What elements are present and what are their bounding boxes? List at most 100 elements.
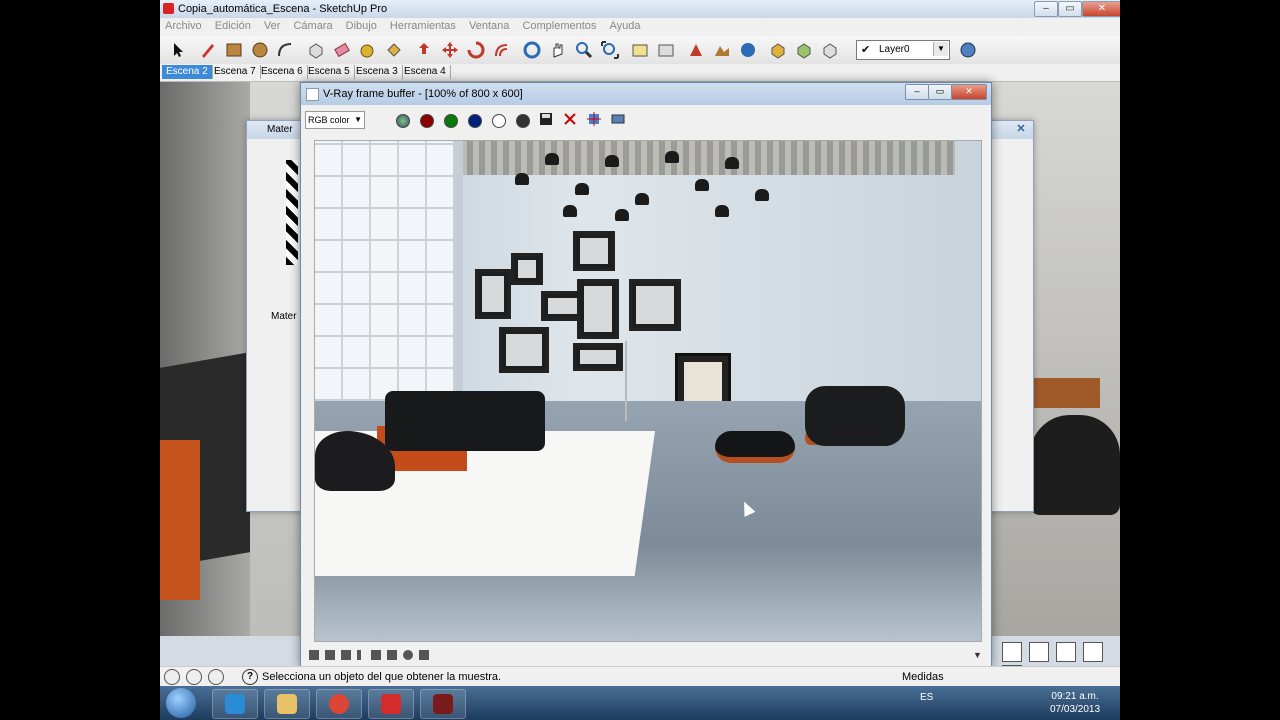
menu-bar: Archivo Edición Ver Cámara Dibujo Herram… xyxy=(160,18,1120,37)
rectangle-icon[interactable] xyxy=(224,40,244,60)
house-view-icon[interactable] xyxy=(1029,642,1050,662)
clear-image-icon[interactable] xyxy=(563,112,577,126)
materials-sub-label: Mater xyxy=(271,311,297,322)
taskbar-explorer-button[interactable] xyxy=(264,689,310,719)
blue-channel-icon[interactable] xyxy=(468,114,482,128)
tab-escena-4[interactable]: Escena 4 xyxy=(400,65,451,79)
red-channel-icon[interactable] xyxy=(420,114,434,128)
share-model-icon[interactable] xyxy=(794,40,814,60)
user-icon[interactable] xyxy=(208,669,224,685)
minimize-button[interactable]: – xyxy=(1034,1,1058,17)
vray-minimize-button[interactable]: – xyxy=(905,84,929,100)
vray-footer-tool-icon[interactable] xyxy=(341,650,351,660)
house-view-icon[interactable] xyxy=(1083,642,1104,662)
orbit-icon[interactable] xyxy=(522,40,542,60)
close-icon[interactable]: ✕ xyxy=(1013,122,1029,136)
tab-escena-6[interactable]: Escena 6 xyxy=(257,65,308,79)
info-icon[interactable] xyxy=(357,650,361,660)
rgb-channel-icon[interactable] xyxy=(396,114,410,128)
taskbar-sketchup-button[interactable] xyxy=(368,689,414,719)
paint-bucket-icon[interactable] xyxy=(384,40,404,60)
track-mouse-icon[interactable] xyxy=(587,112,601,126)
viewport-model-side-table xyxy=(1032,378,1100,408)
layer-dropdown-arrow-icon[interactable]: ▼ xyxy=(933,42,948,56)
render-lounge-chair xyxy=(805,386,905,446)
clock-time: 09:21 a.m. xyxy=(1051,691,1099,702)
geolocation-icon[interactable] xyxy=(164,669,180,685)
render-image[interactable] xyxy=(314,140,982,642)
chevron-down-icon[interactable]: ▼ xyxy=(973,650,985,662)
previous-view-icon[interactable] xyxy=(630,40,650,60)
menu-edicion[interactable]: Edición xyxy=(210,18,256,34)
menu-camara[interactable]: Cámara xyxy=(288,18,337,34)
offset-icon[interactable] xyxy=(492,40,512,60)
menu-herramientas[interactable]: Herramientas xyxy=(385,18,461,34)
share-component-icon[interactable] xyxy=(820,40,840,60)
menu-dibujo[interactable]: Dibujo xyxy=(341,18,382,34)
close-button[interactable]: ✕ xyxy=(1082,1,1120,17)
tab-escena-3[interactable]: Escena 3 xyxy=(352,65,403,79)
get-models-icon[interactable] xyxy=(768,40,788,60)
house-view-icon[interactable] xyxy=(1002,642,1022,662)
green-channel-icon[interactable] xyxy=(444,114,458,128)
layer-manager-icon[interactable] xyxy=(958,40,978,60)
vray-close-button[interactable]: ✕ xyxy=(951,84,987,100)
eraser-icon[interactable] xyxy=(332,40,352,60)
add-location-icon[interactable] xyxy=(686,40,706,60)
pan-hand-icon[interactable] xyxy=(548,40,568,60)
render-picture-frame xyxy=(499,327,549,373)
layer-value: Layer0 xyxy=(879,44,910,55)
render-sofa xyxy=(385,391,545,451)
maximize-button[interactable]: ▭ xyxy=(1058,1,1082,17)
google-earth-icon[interactable] xyxy=(738,40,758,60)
alpha-channel-icon[interactable] xyxy=(492,114,506,128)
menu-archivo[interactable]: Archivo xyxy=(160,18,207,34)
channel-select[interactable]: RGB color ▼ xyxy=(305,111,365,129)
menu-complementos[interactable]: Complementos xyxy=(517,18,601,34)
vray-footer-tool-icon[interactable] xyxy=(309,650,319,660)
taskbar-chrome-button[interactable] xyxy=(316,689,362,719)
toggle-terrain-icon[interactable] xyxy=(712,40,732,60)
vray-maximize-button[interactable]: ▭ xyxy=(928,84,952,100)
move-icon[interactable] xyxy=(440,40,460,60)
select-arrow-icon[interactable] xyxy=(168,40,188,60)
layer-checkmark-icon: ✔ xyxy=(861,44,871,56)
mono-channel-icon[interactable] xyxy=(516,114,530,128)
language-indicator[interactable]: ES xyxy=(920,692,933,703)
vray-footer-tool-icon[interactable] xyxy=(387,650,397,660)
sketchup-title-bar: Copia_automática_Escena - SketchUp Pro –… xyxy=(160,0,1120,19)
credits-icon[interactable] xyxy=(186,669,202,685)
menu-ventana[interactable]: Ventana xyxy=(464,18,514,34)
vray-footer-tool-icon[interactable] xyxy=(371,650,381,660)
rotate-icon[interactable] xyxy=(466,40,486,60)
next-view-icon[interactable] xyxy=(656,40,676,60)
pencil-icon[interactable] xyxy=(198,40,218,60)
arc-icon[interactable] xyxy=(276,40,296,60)
render-picture-frame xyxy=(511,253,543,285)
zoom-extents-icon[interactable] xyxy=(600,40,620,60)
window-title: Copia_automática_Escena - SketchUp Pro xyxy=(178,3,388,15)
save-icon[interactable] xyxy=(539,112,553,126)
menu-ver[interactable]: Ver xyxy=(259,18,286,34)
menu-ayuda[interactable]: Ayuda xyxy=(604,18,645,34)
vray-footer-tool-icon[interactable] xyxy=(325,650,335,660)
tab-escena-2[interactable]: Escena 2 xyxy=(162,65,213,79)
tab-escena-5[interactable]: Escena 5 xyxy=(304,65,355,79)
start-button[interactable] xyxy=(166,688,196,718)
vray-footer-tool-icon[interactable] xyxy=(403,650,413,660)
vray-footer-tool-icon[interactable] xyxy=(419,650,429,660)
push-pull-icon[interactable] xyxy=(414,40,434,60)
circle-icon[interactable] xyxy=(250,40,270,60)
tab-escena-7[interactable]: Escena 7 xyxy=(210,65,261,79)
vray-window-icon xyxy=(306,88,319,101)
tape-measure-icon[interactable] xyxy=(358,40,378,60)
zoom-icon[interactable] xyxy=(574,40,594,60)
system-clock[interactable]: 09:21 a.m. 07/03/2013 xyxy=(1050,690,1100,716)
taskbar-vray-button[interactable] xyxy=(420,689,466,719)
taskbar-ie-button[interactable] xyxy=(212,689,258,719)
make-component-icon[interactable] xyxy=(306,40,326,60)
layer-select[interactable]: ✔ Layer0 ▼ xyxy=(856,40,950,60)
house-view-icon[interactable] xyxy=(1056,642,1077,662)
render-region-icon[interactable] xyxy=(611,112,625,126)
help-icon[interactable]: ? xyxy=(242,669,258,685)
